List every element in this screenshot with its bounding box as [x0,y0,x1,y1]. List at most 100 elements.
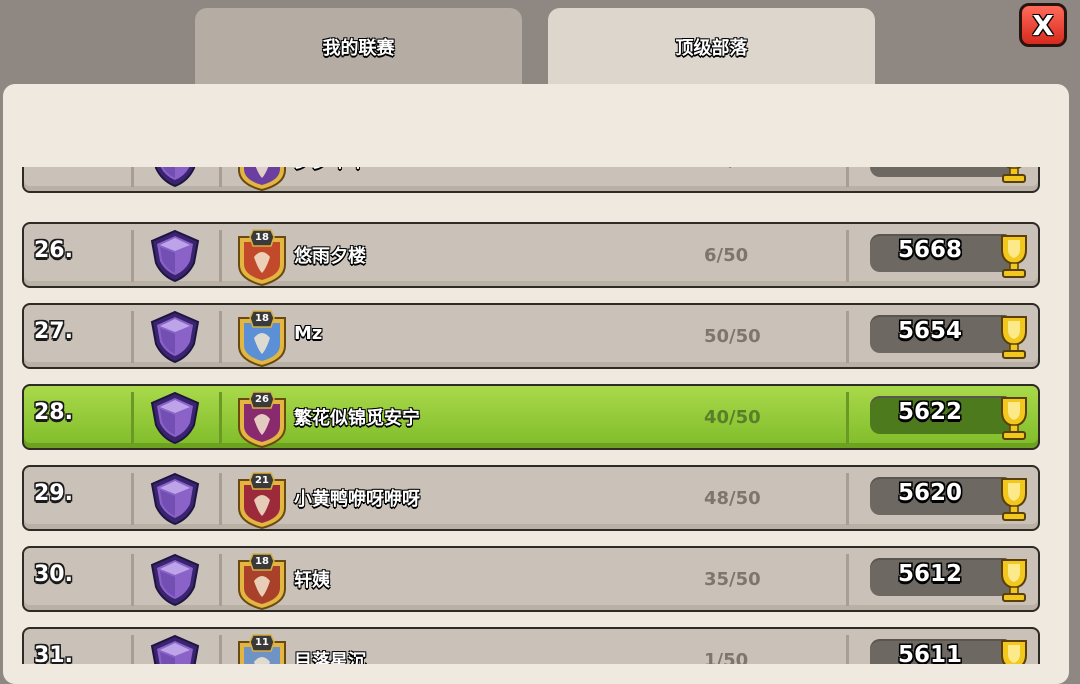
league-shield-icon [150,634,200,664]
column-divider [846,554,849,606]
clan-name: 繁花似锦觅安宁 [294,408,420,429]
trophy-count: 5612 [897,561,962,587]
trophy-count: 5622 [897,399,962,425]
league-badge [148,553,202,607]
league-badge [148,472,202,526]
league-shield-icon [154,167,196,188]
trophy-icon [1001,640,1027,664]
trophy-icon [1001,235,1027,278]
column-divider [131,554,134,606]
trophy-icon [1001,559,1027,602]
clan-name: 小黄鸭咿呀咿呀 [294,489,420,510]
close-icon: X [1032,8,1054,42]
clan-row[interactable]: 25. 岁岁年年 44/50 5675 [22,167,1040,193]
clan-name: 悠雨夕楼 [294,246,366,267]
clan-badge [234,167,290,192]
trophy-icon [1002,167,1026,183]
clan-name: 岁岁年年 [294,167,366,173]
column-divider [131,311,134,363]
trophy-badge [994,167,1034,185]
trophy-badge [994,313,1034,361]
clan-level: 21 [255,475,269,486]
league-badge [148,229,202,283]
column-divider [846,473,849,525]
member-count: 48/50 [704,488,761,509]
member-count: 35/50 [704,569,761,590]
league-badge [148,310,202,364]
trophy-count: 5654 [897,318,962,344]
league-badge [148,167,202,188]
top-bar: 我的联赛 顶级部落 X [0,0,1080,90]
clan-rank: 30. [34,562,73,587]
column-divider [219,635,222,664]
clan-name: 目落星沉 [294,651,366,664]
column-divider [131,635,134,664]
league-shield-icon [150,310,200,364]
clan-badge-icon [238,167,286,192]
trophy-count: 5675 [870,167,990,168]
column-divider [846,311,849,363]
trophy-count: 5611 [897,642,962,664]
clan-rank: 28. [34,400,73,425]
clan-badge: 18 [234,310,290,368]
trophy-count: 5668 [897,237,962,263]
clan-level: 26 [255,394,269,405]
tab-top-clans[interactable]: 顶级部落 [548,8,875,88]
clan-rank: 27. [34,319,73,344]
clan-row[interactable]: 28. 26 繁花似锦觅安宁 40/50 5622 [22,384,1040,450]
league-shield-icon [150,229,200,283]
league-shield-icon [150,391,200,445]
clan-level: 18 [255,556,269,567]
clan-list[interactable]: 25. 岁岁年年 44/50 5675 26. 18 悠雨夕楼 6/50 5668 27. [0,167,1080,664]
member-count: 6/50 [704,245,749,266]
column-divider [131,167,134,187]
column-divider [131,230,134,282]
clan-rank: 25. [34,167,73,168]
clan-row[interactable]: 26. 18 悠雨夕楼 6/50 5668 [22,222,1040,288]
trophy-count: 5620 [897,480,962,506]
column-divider [219,392,222,444]
trophy-icon [1001,397,1027,440]
trophy-icon [1001,478,1027,521]
trophy-icon [1001,316,1027,359]
trophy-badge [994,394,1034,442]
column-divider [131,392,134,444]
clan-level: 18 [255,232,269,243]
column-divider [219,167,222,187]
trophy-badge [994,232,1034,280]
trophy-box [870,167,1010,177]
clan-level: 18 [255,313,269,324]
clan-row[interactable]: 30. 18 轩姨 35/50 5612 [22,546,1040,612]
league-shield-icon [150,472,200,526]
trophy-badge [994,556,1034,604]
clan-badge: 26 [234,391,290,449]
clan-row[interactable]: 29. 21 小黄鸭咿呀咿呀 48/50 5620 [22,465,1040,531]
clan-rank: 26. [34,238,73,263]
member-count: 50/50 [704,326,761,347]
tab-my-league[interactable]: 我的联赛 [195,8,522,88]
column-divider [219,230,222,282]
column-divider [846,392,849,444]
trophy-badge [994,475,1034,523]
column-divider [219,311,222,363]
clan-name: 轩姨 [294,570,330,591]
clan-row[interactable]: 31. 11 目落星沉 1/50 5611 [22,627,1040,664]
clan-rank: 31. [34,643,73,664]
clan-badge: 18 [234,229,290,287]
clan-badge: 21 [234,472,290,530]
clan-rank: 29. [34,481,73,506]
clan-row[interactable]: 27. 18 Mz 50/50 5654 [22,303,1040,369]
column-divider [219,473,222,525]
league-badge [148,634,202,664]
member-count: 44/50 [704,167,761,171]
column-divider [846,230,849,282]
clan-level: 11 [255,637,269,648]
league-shield-icon [150,553,200,607]
clan-name: Mz [294,323,323,344]
clan-badge: 18 [234,553,290,611]
column-divider [131,473,134,525]
clan-badge: 11 [234,634,290,664]
close-button[interactable]: X [1019,3,1067,47]
league-badge [148,391,202,445]
member-count: 40/50 [704,407,761,428]
